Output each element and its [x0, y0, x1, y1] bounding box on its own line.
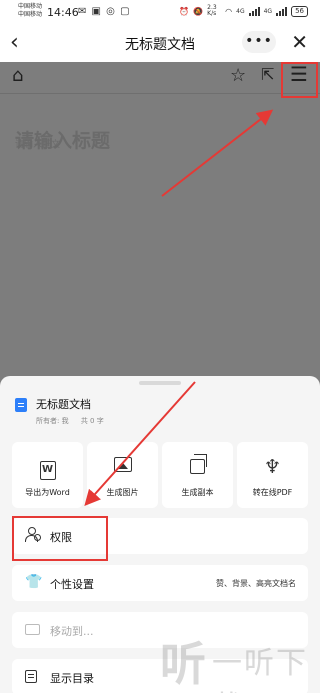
notification-icons: ✉ ▣ ◎ ▢ [78, 6, 131, 17]
list-icon [25, 668, 37, 685]
watermark-logo: 听 [160, 637, 206, 691]
permission-highlight-box [12, 516, 108, 561]
action-grid: W 导出为Word 生成图片 生成副本 ♆ 转在线PDF [12, 442, 308, 508]
image-icon [113, 457, 132, 472]
signal-bars-2-icon [276, 6, 288, 16]
signal-1-label: 4G [236, 7, 245, 15]
battery-icon: 56 [291, 5, 308, 17]
title-bar: ‹ 无标题文档 ••• ✕ [0, 24, 320, 62]
signal-2-label: 4G [263, 7, 273, 15]
share-icon[interactable]: ⇱ [261, 65, 274, 84]
word-count-label: 共 0 字 [80, 417, 104, 425]
status-indicators: ⏰ 🔕 2.3 K/s ◠ 4G 4G 56 [179, 5, 308, 17]
row-sublabel: 赞、背景、高亮文档名 [216, 579, 296, 588]
sheet-doc-name: 无标题文档 [36, 398, 91, 411]
alarm-icon: ⏰ [179, 6, 190, 16]
wifi-icon: ◠ [225, 6, 233, 16]
close-button[interactable]: ✕ [291, 30, 308, 54]
personalize-row[interactable]: 👕 个性设置 赞、背景、高亮文档名 [12, 565, 308, 601]
generate-image-button[interactable]: 生成图片 [87, 442, 158, 508]
star-icon[interactable]: ☆ [230, 65, 246, 86]
shirt-icon: 👕 [25, 574, 43, 590]
action-label: 生成图片 [106, 488, 139, 497]
row-label: 移动到... [50, 625, 94, 638]
sheet-drag-handle[interactable] [139, 381, 181, 385]
clock: 14:46 [47, 6, 79, 19]
watermark: 听 一听下载 [160, 628, 320, 693]
word-icon: W [39, 461, 56, 480]
signal-bars-icon [248, 6, 260, 16]
export-word-button[interactable]: W 导出为Word [12, 442, 83, 508]
copy-icon [190, 454, 207, 474]
generate-copy-button[interactable]: 生成副本 [162, 442, 233, 508]
network-speed: 2.3 K/s [207, 4, 217, 17]
doc-meta: 所有者: 我 共 0 字 [36, 416, 104, 426]
status-bar: 中国移动 中国移动 14:46 ✉ ▣ ◎ ▢ ⏰ 🔕 2.3 K/s ◠ 4G… [0, 0, 320, 24]
folder-icon [25, 621, 40, 637]
convert-pdf-button[interactable]: ♆ 转在线PDF [237, 442, 308, 508]
action-label: 生成副本 [181, 488, 214, 497]
arrow-to-menu [161, 109, 274, 197]
carrier-label: 中国移动 中国移动 [18, 3, 43, 18]
row-label: 显示目录 [50, 672, 94, 685]
pdf-icon: ♆ [263, 456, 282, 478]
body-placeholder[interactable]: 请输入正文 [15, 137, 60, 150]
home-icon[interactable]: ⌂ [12, 65, 23, 86]
row-label: 个性设置 [50, 578, 94, 591]
action-label: 转在线PDF [252, 488, 293, 497]
mute-icon: 🔕 [193, 6, 204, 16]
document-icon [15, 398, 27, 412]
watermark-text: 一听下载 [212, 646, 308, 693]
more-button[interactable]: ••• [242, 31, 276, 53]
owner-label: 所有者: 我 [36, 417, 69, 425]
editor-toolbar: ⌂ ☆ ⇱ ☰ [0, 62, 320, 94]
action-label: 导出为Word [25, 488, 70, 497]
menu-highlight-box [281, 62, 318, 98]
